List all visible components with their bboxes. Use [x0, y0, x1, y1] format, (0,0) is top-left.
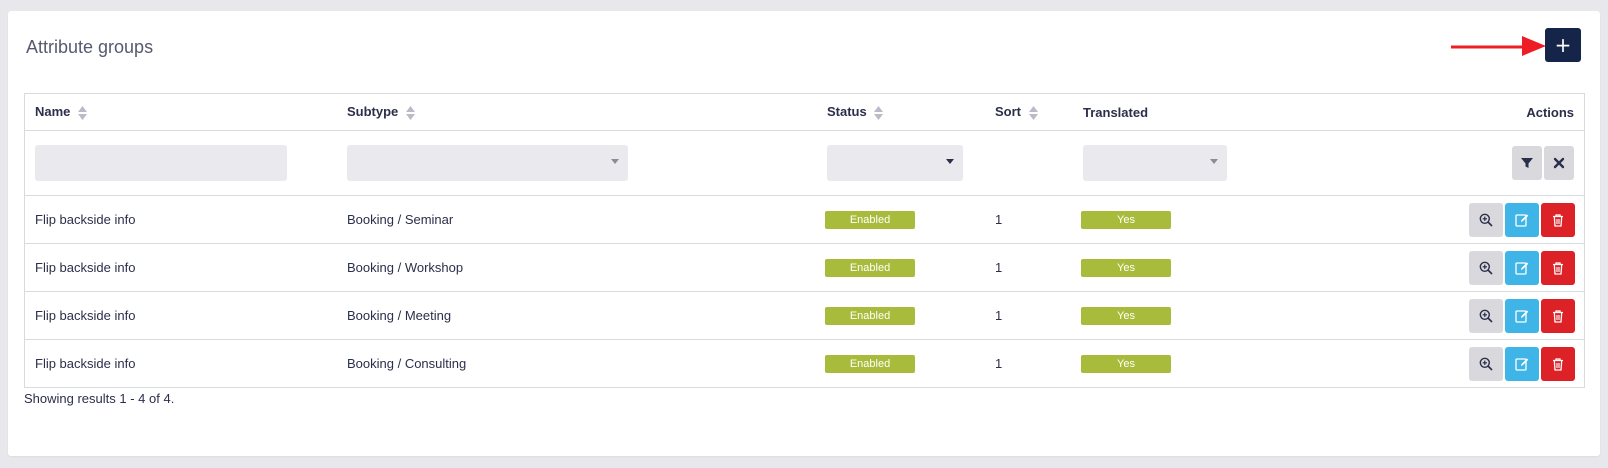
trash-icon	[1553, 357, 1563, 371]
edit-icon	[1515, 213, 1529, 227]
table-row: Flip backside info Booking / Meeting Ena…	[25, 291, 1584, 340]
translated-badge: Yes	[1081, 306, 1171, 325]
table-row: Flip backside info Booking / Consulting …	[25, 340, 1584, 388]
clear-filter-button[interactable]	[1544, 146, 1574, 180]
status-badge: Enabled	[825, 306, 915, 325]
column-header-subtype-label: Subtype	[347, 104, 399, 120]
column-header-name-label: Name	[35, 104, 71, 120]
page-title: Attribute groups	[26, 37, 154, 57]
trash-icon	[1553, 261, 1563, 275]
delete-button[interactable]	[1541, 250, 1575, 285]
column-header-actions: Actions	[1273, 94, 1584, 131]
attribute-groups-table: Name Subtype Status Sort Translated Acti…	[24, 93, 1585, 388]
apply-filter-button[interactable]	[1512, 146, 1542, 180]
cell-sort: 1	[985, 291, 1073, 340]
edit-button[interactable]	[1505, 250, 1539, 285]
annotation-arrowhead-icon	[1522, 36, 1546, 56]
cell-name: Flip backside info	[25, 291, 337, 340]
sort-icon[interactable]	[1028, 105, 1038, 120]
cell-subtype: Booking / Seminar	[337, 195, 817, 244]
add-attribute-group-button[interactable]: +	[1545, 28, 1581, 62]
cell-name: Flip backside info	[25, 195, 337, 244]
edit-button[interactable]	[1505, 346, 1539, 381]
subtype-filter-select[interactable]	[347, 145, 628, 181]
trash-icon	[1553, 213, 1563, 227]
translated-badge: Yes	[1081, 210, 1171, 229]
translated-badge: Yes	[1081, 258, 1171, 277]
sort-icon[interactable]	[405, 105, 415, 120]
edit-icon	[1515, 357, 1529, 371]
column-header-subtype[interactable]: Subtype	[337, 94, 817, 131]
view-button[interactable]	[1469, 202, 1503, 237]
chevron-down-icon	[611, 159, 619, 164]
status-badge: Enabled	[825, 354, 915, 373]
filter-icon	[1521, 158, 1533, 168]
chevron-down-icon	[1210, 159, 1218, 164]
close-icon	[1553, 157, 1565, 169]
sort-icon[interactable]	[78, 105, 88, 120]
cell-subtype: Booking / Meeting	[337, 291, 817, 340]
status-badge: Enabled	[825, 210, 915, 229]
chevron-down-icon	[946, 159, 954, 164]
zoom-in-icon	[1479, 213, 1493, 227]
column-header-sort[interactable]: Sort	[985, 94, 1073, 131]
view-button[interactable]	[1469, 346, 1503, 381]
filter-row	[25, 130, 1584, 196]
zoom-in-icon	[1479, 357, 1493, 371]
column-header-actions-label: Actions	[1526, 104, 1574, 120]
column-header-translated: Translated	[1073, 94, 1273, 131]
cell-sort: 1	[995, 356, 1003, 371]
translated-badge: Yes	[1081, 354, 1171, 373]
translated-filter-select[interactable]	[1083, 145, 1227, 181]
zoom-in-icon	[1479, 261, 1493, 275]
cell-name: Flip backside info	[25, 243, 337, 292]
cell-subtype: Booking / Workshop	[337, 243, 817, 292]
cell-subtype: Booking / Consulting	[347, 356, 467, 371]
edit-button[interactable]	[1505, 202, 1539, 237]
delete-button[interactable]	[1541, 346, 1575, 381]
edit-button[interactable]	[1505, 298, 1539, 333]
header-row: Name Subtype Status Sort Translated Acti…	[25, 94, 1584, 131]
edit-icon	[1515, 261, 1529, 275]
table-row: Flip backside info Booking / Seminar Ena…	[25, 195, 1584, 244]
trash-icon	[1553, 309, 1563, 323]
name-filter-input[interactable]	[35, 145, 287, 181]
status-badge: Enabled	[825, 258, 915, 277]
column-header-sort-label: Sort	[995, 104, 1021, 120]
cell-name: Flip backside info	[35, 356, 136, 371]
results-summary: Showing results 1 - 4 of 4.	[24, 391, 175, 406]
column-header-status-label: Status	[827, 104, 867, 120]
table-row: Flip backside info Booking / Workshop En…	[25, 243, 1584, 292]
attribute-groups-card: Attribute groups + Name Subtype Status S…	[8, 11, 1600, 456]
status-filter-select[interactable]	[827, 145, 963, 181]
view-button[interactable]	[1469, 250, 1503, 285]
column-header-status[interactable]: Status	[817, 94, 985, 131]
cell-sort: 1	[985, 195, 1073, 244]
zoom-in-icon	[1479, 309, 1493, 323]
delete-button[interactable]	[1541, 298, 1575, 333]
column-header-name[interactable]: Name	[25, 94, 337, 131]
view-button[interactable]	[1469, 298, 1503, 333]
column-header-translated-label: Translated	[1083, 104, 1149, 120]
sort-icon[interactable]	[874, 105, 884, 120]
cell-sort: 1	[985, 243, 1073, 292]
delete-button[interactable]	[1541, 202, 1575, 237]
edit-icon	[1515, 309, 1529, 323]
